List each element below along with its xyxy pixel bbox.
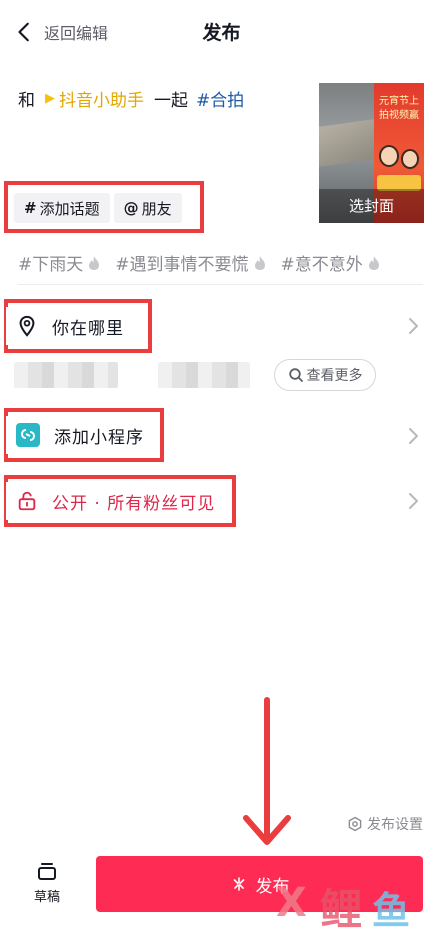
add-topic-chip[interactable]: # 添加话题: [14, 193, 110, 223]
play-icon: ▶: [45, 91, 55, 106]
draft-label: 草稿: [34, 890, 60, 905]
nearby-places: [14, 362, 250, 388]
caption-text[interactable]: 和 ▶ 抖音小助手 一起 #合拍: [18, 86, 244, 111]
see-more-button[interactable]: 查看更多: [274, 359, 376, 391]
cover-image-strip: [319, 119, 374, 167]
at-icon: @: [124, 199, 139, 217]
draft-button[interactable]: 草稿: [26, 860, 68, 905]
privacy-label: 公开 · 所有粉丝可见: [52, 489, 215, 514]
cover-thumbnail[interactable]: 元宵节上拍视频赢 选封面: [319, 83, 424, 223]
publish-settings-link[interactable]: 发布设置: [347, 814, 423, 834]
privacy-row[interactable]: 公开 · 所有粉丝可见: [6, 482, 223, 520]
draft-box-icon: [36, 860, 58, 882]
fire-icon: [367, 255, 381, 271]
mini-program-row-content: 添加小程序: [6, 416, 152, 454]
chevron-right-icon: [407, 317, 419, 335]
location-label: 你在哪里: [52, 314, 124, 339]
cover-character: [379, 145, 399, 167]
trending-topic-label: #意不意外: [281, 250, 363, 275]
privacy-row-content: 公开 · 所有粉丝可见: [6, 482, 223, 520]
add-topic-label: 添加话题: [40, 198, 100, 219]
divider: [18, 284, 423, 285]
caption-prefix: 和: [18, 86, 35, 111]
trending-topic-label: #遇到事情不要慌: [115, 250, 248, 275]
caption-hashtag[interactable]: #合拍: [196, 86, 244, 111]
trending-topic[interactable]: #意不意外: [281, 250, 381, 275]
page-title: 发布: [0, 18, 443, 45]
location-row-content: 你在哪里: [6, 307, 132, 345]
mini-program-icon: [16, 423, 40, 447]
trending-topic-label: #下雨天: [18, 250, 83, 275]
location-pin-icon: [16, 315, 38, 337]
search-icon: [288, 367, 304, 383]
trending-topic[interactable]: #遇到事情不要慌: [115, 250, 266, 275]
watermark-char: 鲤: [320, 876, 362, 931]
publish-settings-label: 发布设置: [367, 814, 423, 834]
cover-character: [401, 149, 419, 169]
cover-poster-text: 元宵节上拍视频赢: [375, 95, 423, 123]
watermark-logo: X 鲤 鱼: [276, 874, 426, 928]
watermark-char: 鱼: [372, 880, 410, 931]
fire-icon: [87, 255, 101, 271]
see-more-label: 查看更多: [307, 365, 363, 385]
unlock-icon: [16, 490, 38, 512]
sparkle-icon: [230, 875, 248, 893]
mini-program-row[interactable]: 添加小程序: [6, 416, 152, 454]
mini-program-label: 添加小程序: [54, 423, 144, 448]
mention-link[interactable]: 抖音小助手: [59, 86, 144, 111]
chevron-right-icon: [407, 427, 419, 445]
chip-row: # 添加话题 @ 朋友: [8, 185, 204, 231]
watermark-x: X: [276, 880, 307, 926]
mention-friend-label: 朋友: [142, 198, 172, 219]
select-cover-label[interactable]: 选封面: [319, 189, 424, 223]
fire-icon: [253, 255, 267, 271]
arrow-down-icon: [240, 696, 294, 848]
caption-with: 一起: [154, 86, 188, 111]
top-bar: 返回编辑 发布: [0, 0, 443, 64]
trending-topic[interactable]: #下雨天: [18, 250, 101, 275]
trending-topics: #下雨天 #遇到事情不要慌 #意不意外: [18, 250, 395, 275]
settings-hexagon-icon: [347, 816, 363, 832]
hash-icon: #: [24, 199, 37, 217]
mention-friend-chip[interactable]: @ 朋友: [114, 193, 182, 223]
chevron-right-icon: [407, 492, 419, 510]
location-row[interactable]: 你在哪里: [6, 307, 132, 345]
nearby-place-chip[interactable]: [14, 362, 118, 388]
nearby-place-chip[interactable]: [158, 362, 250, 388]
